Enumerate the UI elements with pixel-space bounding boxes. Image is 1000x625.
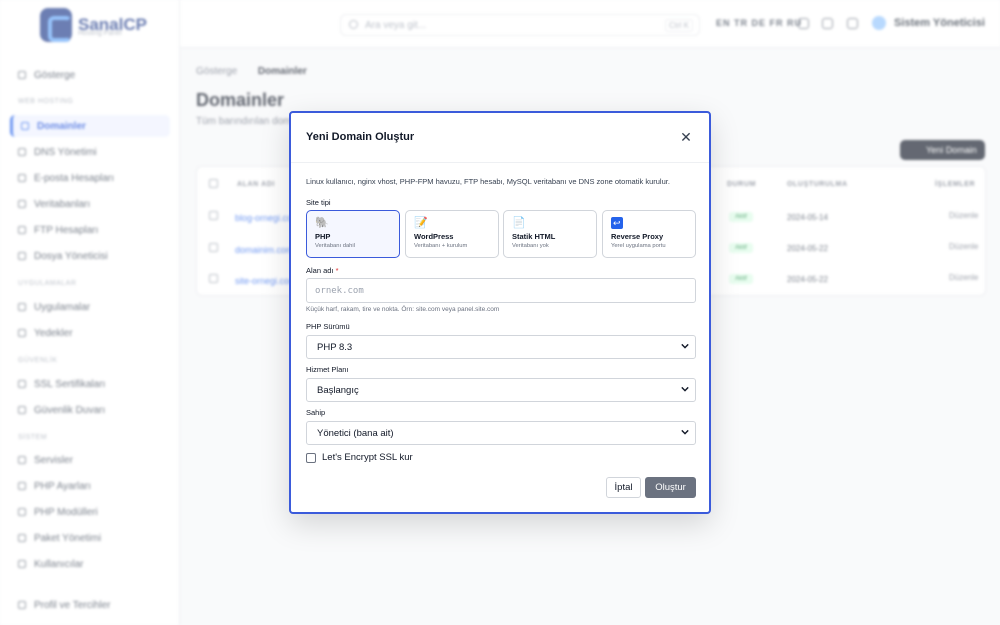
ssl-checkbox[interactable]: [306, 452, 316, 463]
required-marker: *: [335, 266, 339, 275]
domain-input[interactable]: [306, 278, 696, 303]
site-type-wordpress[interactable]: 📝 WordPress Veritabanı + kurulum: [405, 210, 499, 258]
chevron-down-icon: [681, 386, 689, 392]
modal-header: Yeni Domain Oluştur ✕: [291, 113, 709, 163]
site-type-label: Site tipi: [306, 198, 331, 207]
plan-select[interactable]: Başlangıç: [306, 378, 696, 402]
elephant-icon: 🐘: [315, 217, 329, 229]
php-version-label: PHP Sürümü: [306, 322, 350, 331]
modal-intro: Linux kullanıcı, nginx vhost, PHP-FPM ha…: [306, 177, 670, 186]
php-version-value: PHP 8.3: [317, 342, 353, 353]
site-type-static[interactable]: 📄 Statik HTML Veritabanı yok: [503, 210, 597, 258]
plan-label: Hizmet Planı: [306, 365, 349, 374]
site-type-title: WordPress: [414, 232, 454, 241]
owner-select[interactable]: Yönetici (bana ait): [306, 421, 696, 445]
plan-value: Başlangıç: [317, 385, 359, 396]
site-type-title: Reverse Proxy: [611, 232, 664, 241]
create-domain-modal: Yeni Domain Oluştur ✕ Linux kullanıcı, n…: [289, 111, 711, 514]
site-type-desc: Veritabanı dahil: [315, 243, 355, 249]
site-type-desc: Veritabanı + kurulum: [414, 243, 468, 249]
domain-hint: Küçük harf, rakam, tire ve nokta. Örn: s…: [306, 306, 500, 313]
close-icon[interactable]: ✕: [679, 130, 693, 144]
owner-value: Yönetici (bana ait): [317, 428, 394, 439]
create-button[interactable]: Oluştur: [645, 477, 696, 498]
site-type-title: PHP: [315, 232, 331, 241]
site-type-title: Statik HTML: [512, 232, 556, 241]
ssl-label: Let's Encrypt SSL kur: [322, 452, 413, 463]
site-type-desc: Yerel uygulama portu: [611, 243, 666, 249]
memo-icon: 📝: [414, 217, 428, 229]
owner-label: Sahip: [306, 408, 326, 417]
page-icon: 📄: [512, 217, 526, 229]
site-type-desc: Veritabanı yok: [512, 243, 549, 249]
site-type-php[interactable]: 🐘 PHP Veritabanı dahil: [306, 210, 400, 258]
php-version-select[interactable]: PHP 8.3: [306, 335, 696, 359]
ssl-option[interactable]: Let's Encrypt SSL kur: [306, 452, 413, 463]
chevron-down-icon: [681, 343, 689, 349]
site-type-proxy[interactable]: ↩ Reverse Proxy Yerel uygulama portu: [602, 210, 696, 258]
modal-title: Yeni Domain Oluştur: [306, 131, 415, 143]
chevron-down-icon: [681, 429, 689, 435]
cancel-button[interactable]: İptal: [606, 477, 641, 498]
reverse-arrow-icon: ↩: [611, 217, 623, 229]
domain-label: Alan adı *: [306, 266, 339, 275]
